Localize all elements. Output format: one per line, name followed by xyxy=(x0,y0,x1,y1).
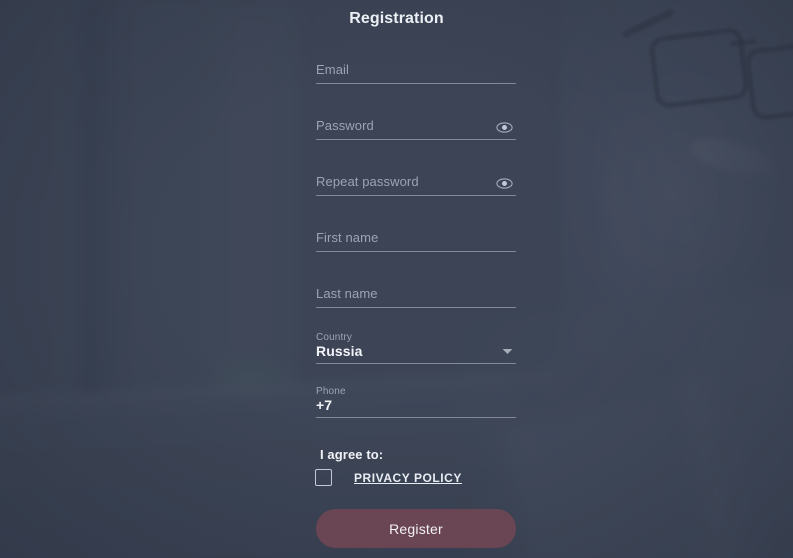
country-value: Russia xyxy=(316,343,363,359)
privacy-policy-row: PRIVACY POLICY xyxy=(315,469,462,486)
password-field[interactable]: Password xyxy=(316,110,516,140)
chevron-down-icon[interactable] xyxy=(500,345,514,357)
first-name-field[interactable]: First name xyxy=(316,222,516,252)
last-name-placeholder: Last name xyxy=(316,286,378,301)
privacy-policy-checkbox[interactable] xyxy=(315,469,332,486)
repeat-password-underline xyxy=(316,195,516,196)
repeat-password-placeholder: Repeat password xyxy=(316,174,419,189)
last-name-underline xyxy=(316,307,516,308)
phone-value: +7 xyxy=(316,397,333,413)
country-underline xyxy=(316,363,516,364)
first-name-underline xyxy=(316,251,516,252)
agreement-label: I agree to: xyxy=(320,447,384,462)
email-placeholder: Email xyxy=(316,62,350,77)
eye-icon[interactable] xyxy=(494,118,514,136)
email-underline xyxy=(316,83,516,84)
phone-underline xyxy=(316,417,516,418)
email-field[interactable]: Email xyxy=(316,54,516,84)
country-select[interactable]: Country Russia xyxy=(316,332,516,364)
password-placeholder: Password xyxy=(316,118,374,133)
password-underline xyxy=(316,139,516,140)
privacy-policy-link[interactable]: PRIVACY POLICY xyxy=(354,471,462,485)
phone-label: Phone xyxy=(316,386,346,397)
page-title: Registration xyxy=(349,10,444,27)
phone-field[interactable]: Phone +7 xyxy=(316,386,516,418)
country-label: Country xyxy=(316,332,353,343)
eye-icon[interactable] xyxy=(494,174,514,192)
registration-form: Registration Email Password Repeat passw… xyxy=(0,0,793,558)
repeat-password-field[interactable]: Repeat password xyxy=(316,166,516,196)
first-name-placeholder: First name xyxy=(316,230,379,245)
last-name-field[interactable]: Last name xyxy=(316,278,516,308)
register-button[interactable]: Register xyxy=(316,509,516,548)
